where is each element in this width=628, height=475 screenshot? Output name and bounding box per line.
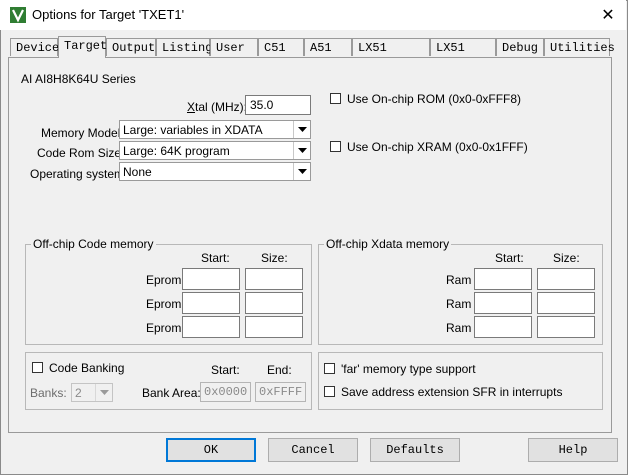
offchip-code-title: Off-chip Code memory [31, 237, 156, 251]
eprom-3-size-input[interactable] [245, 316, 303, 338]
eprom-3-start-input[interactable] [182, 316, 240, 338]
window-title: Options for Target 'TXET1' [32, 7, 185, 22]
ok-button[interactable]: OK [166, 438, 256, 462]
tab-device[interactable]: Device [10, 38, 59, 56]
title-bar: Options for Target 'TXET1' ✕ [0, 0, 626, 30]
banks-value: 2 [75, 386, 82, 400]
banks-label: Banks: [30, 386, 67, 400]
eprom-label: Eprom [146, 321, 182, 335]
bank-area-start-header: Start: [211, 363, 240, 377]
code-rom-size-value: Large: 64K program [123, 144, 230, 158]
defaults-button[interactable]: Defaults [370, 438, 460, 462]
tab-debug[interactable]: Debug [496, 38, 544, 56]
offchip-xdata-start-header: Start: [495, 251, 524, 265]
eprom-2-start-input[interactable] [182, 292, 240, 314]
bank-area-start-input[interactable]: 0x0000 [200, 382, 251, 402]
ram-2-size-input[interactable] [537, 292, 595, 314]
memory-model-label: Memory Model: [41, 126, 124, 140]
offchip-code-start-header: Start: [201, 251, 230, 265]
bank-area-end-header: End: [267, 363, 292, 377]
operating-system-select[interactable]: None [119, 162, 311, 181]
eprom-label: Eprom [146, 297, 182, 311]
help-button[interactable]: Help [528, 438, 618, 462]
save-sfr-label: Save address extension SFR in interrupts [341, 385, 563, 399]
save-sfr-checkbox[interactable] [324, 386, 335, 397]
close-icon: ✕ [601, 7, 615, 24]
tab-target[interactable]: Target [58, 36, 107, 58]
close-button[interactable]: ✕ [594, 2, 622, 28]
xtal-label: Xtal (MHz): [187, 100, 248, 114]
eprom-1-size-input[interactable] [245, 268, 303, 290]
code-rom-size-select[interactable]: Large: 64K program [119, 141, 311, 160]
ram-label: Ram [446, 273, 472, 287]
offchip-code-size-header: Size: [261, 251, 288, 265]
memory-options-group [318, 352, 603, 410]
use-onchip-rom-label: Use On-chip ROM (0x0-0xFFF8) [347, 92, 522, 106]
ram-3-size-input[interactable] [537, 316, 595, 338]
use-onchip-xram-checkbox[interactable] [330, 141, 341, 152]
tab-c51[interactable]: C51 [258, 38, 304, 56]
chevron-down-icon [293, 142, 310, 159]
use-onchip-xram-label: Use On-chip XRAM (0x0-0x1FFF) [347, 140, 528, 154]
chevron-down-icon [293, 163, 310, 180]
far-memory-checkbox[interactable] [324, 363, 335, 374]
tab-listing[interactable]: Listing [156, 38, 212, 56]
target-tab-panel: AI AI8H8K64U Series Xtal (MHz): 35.0 Mem… [8, 57, 612, 433]
far-memory-label: 'far' memory type support [341, 362, 476, 376]
tab-lx51-locate[interactable]: LX51 Locate [352, 38, 430, 73]
memory-model-select[interactable]: Large: variables in XDATA [119, 120, 311, 139]
chevron-down-icon [293, 121, 310, 138]
operating-system-label: Operating system: [30, 167, 128, 181]
bank-area-label: Bank Area: [142, 386, 201, 400]
keil-app-icon [10, 7, 26, 23]
tab-a51[interactable]: A51 [304, 38, 352, 56]
tab-utilities[interactable]: Utilities [544, 38, 615, 56]
tab-user[interactable]: User [210, 38, 258, 56]
bank-area-end-input[interactable]: 0xFFFF [255, 382, 306, 402]
xtal-input[interactable]: 35.0 [245, 95, 311, 115]
cancel-button[interactable]: Cancel [268, 438, 358, 462]
eprom-2-size-input[interactable] [245, 292, 303, 314]
ram-2-start-input[interactable] [474, 292, 532, 314]
code-banking-label: Code Banking [49, 361, 125, 375]
tab-lx51-misc[interactable]: LX51 Misc [430, 38, 496, 73]
code-banking-checkbox[interactable] [32, 362, 43, 373]
ram-label: Ram [446, 321, 472, 335]
chevron-down-icon [95, 384, 112, 401]
eprom-label: Eprom [146, 273, 182, 287]
ram-3-start-input[interactable] [474, 316, 532, 338]
banks-select[interactable]: 2 [71, 383, 113, 402]
memory-model-value: Large: variables in XDATA [123, 123, 263, 137]
offchip-xdata-title: Off-chip Xdata memory [324, 237, 452, 251]
ram-1-start-input[interactable] [474, 268, 532, 290]
device-name: AI AI8H8K64U Series [21, 72, 136, 86]
operating-system-value: None [123, 165, 152, 179]
eprom-1-start-input[interactable] [182, 268, 240, 290]
tab-output[interactable]: Output [106, 38, 156, 56]
code-rom-size-label: Code Rom Size: [37, 146, 125, 160]
ram-1-size-input[interactable] [537, 268, 595, 290]
use-onchip-rom-checkbox[interactable] [330, 93, 341, 104]
ram-label: Ram [446, 297, 472, 311]
offchip-xdata-size-header: Size: [553, 251, 580, 265]
